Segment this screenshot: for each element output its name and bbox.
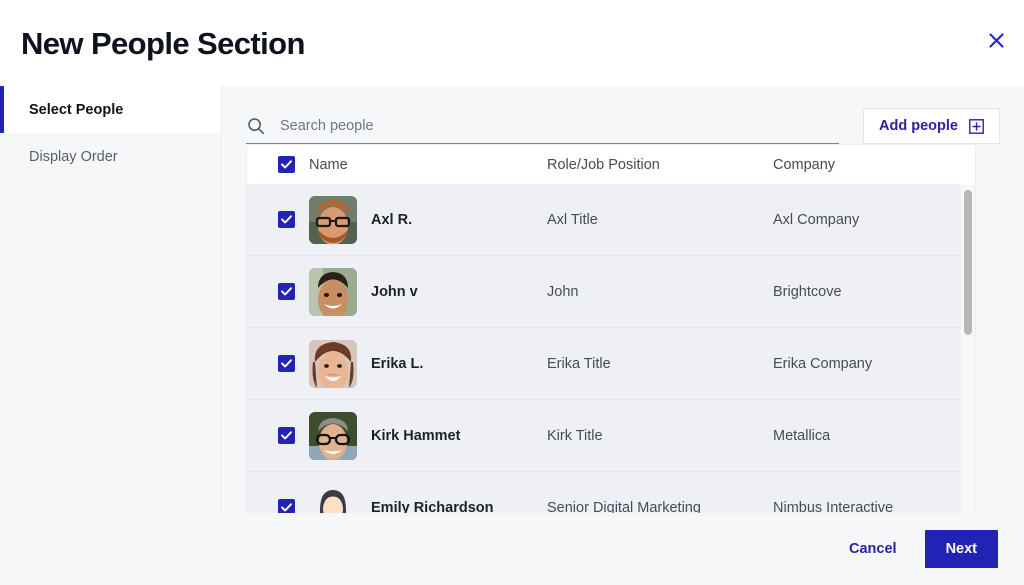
avatar-photo (309, 339, 357, 388)
row-checkbox[interactable] (278, 427, 295, 444)
sidebar: Select People Display Order (0, 86, 222, 513)
toolbar: Add people (246, 86, 1000, 144)
row-select-cell (247, 211, 309, 228)
avatar-photo (309, 195, 357, 244)
avatar-photo (309, 411, 357, 460)
table-row[interactable]: Kirk Hammet Kirk Title Metallica (247, 400, 975, 472)
row-name-cell: John v (309, 267, 547, 316)
table-row[interactable]: Axl R. Axl Title Axl Company (247, 184, 975, 256)
close-icon[interactable] (982, 26, 1010, 54)
select-all-cell (247, 156, 309, 173)
modal-body: Select People Display Order Search peopl… (0, 86, 1024, 513)
person-name: Emily Richardson (371, 499, 494, 514)
plus-square-glyph (969, 118, 984, 134)
person-company: Axl Company (773, 211, 860, 228)
check-glyph (281, 503, 292, 512)
person-role: John (547, 283, 579, 300)
avatar (309, 195, 357, 244)
check-glyph (281, 359, 292, 368)
table-row[interactable]: Erika L. Erika Title Erika Company (247, 328, 975, 400)
person-company: Erika Company (773, 355, 873, 372)
row-select-cell (247, 499, 309, 513)
modal-footer: Cancel Next (0, 513, 1024, 585)
table-rows-viewport: Axl R. Axl Title Axl Company John v John… (246, 184, 976, 513)
select-all-checkbox[interactable] (278, 156, 295, 173)
person-role: Senior Digital Marketing (547, 499, 701, 514)
add-people-label: Add people (879, 118, 958, 134)
check-glyph (281, 160, 292, 169)
people-table: Name Role/Job Position Company Axl R. Ax… (246, 144, 976, 513)
avatar (309, 267, 357, 316)
person-company: Brightcove (773, 283, 842, 300)
person-name: Kirk Hammet (371, 427, 461, 444)
table-scrollbar[interactable] (961, 184, 975, 513)
avatar (309, 483, 357, 513)
column-header-role[interactable]: Role/Job Position (547, 157, 773, 173)
person-role: Erika Title (547, 355, 611, 372)
person-company: Metallica (773, 427, 831, 444)
row-name-cell: Axl R. (309, 195, 547, 244)
close-glyph (988, 32, 1004, 48)
row-checkbox[interactable] (278, 355, 295, 372)
search-glyph (248, 117, 265, 134)
sidebar-item-label: Display Order (29, 148, 118, 165)
person-company: Nimbus Interactive (773, 499, 894, 514)
column-header-name[interactable]: Name (309, 157, 547, 173)
person-name: Erika L. (371, 355, 424, 372)
avatar (309, 339, 357, 388)
next-button[interactable]: Next (924, 530, 998, 568)
scrollbar-thumb[interactable] (964, 190, 972, 335)
page-title: New People Section (21, 25, 305, 61)
row-name-cell: Erika L. (309, 339, 547, 388)
row-select-cell (247, 427, 309, 444)
table-row[interactable]: John v John Brightcove (247, 256, 975, 328)
check-glyph (281, 215, 292, 224)
check-glyph (281, 431, 292, 440)
new-people-section-modal: New People Section Select People Display… (0, 0, 1024, 585)
row-checkbox[interactable] (278, 283, 295, 300)
row-name-cell: Emily Richardson (309, 483, 547, 514)
person-role: Kirk Title (547, 427, 603, 444)
row-select-cell (247, 283, 309, 300)
main-panel: Add people (222, 86, 1024, 513)
add-people-button[interactable]: Add people (863, 108, 1000, 144)
table-row[interactable]: Emily Richardson Senior Digital Marketin… (247, 472, 975, 513)
row-checkbox[interactable] (278, 211, 295, 228)
table-header-row: Name Role/Job Position Company (246, 144, 976, 184)
row-name-cell: Kirk Hammet (309, 411, 547, 460)
person-name: Axl R. (371, 211, 413, 228)
modal-header: New People Section (0, 0, 1024, 86)
column-header-company[interactable]: Company (773, 157, 975, 173)
cancel-button[interactable]: Cancel (845, 533, 901, 565)
check-glyph (281, 287, 292, 296)
row-select-cell (247, 355, 309, 372)
sidebar-item-label: Select People (29, 101, 124, 118)
avatar-photo (309, 267, 357, 316)
plus-square-icon (969, 118, 984, 134)
person-name: John v (371, 283, 418, 300)
sidebar-item-select-people[interactable]: Select People (0, 86, 221, 133)
search-input[interactable] (280, 110, 840, 141)
sidebar-item-display-order[interactable]: Display Order (0, 133, 221, 180)
avatar-illustration (309, 483, 357, 513)
search-icon (246, 116, 266, 136)
avatar (309, 411, 357, 460)
person-role: Axl Title (547, 211, 598, 228)
row-checkbox[interactable] (278, 499, 295, 513)
search-field[interactable] (246, 108, 840, 144)
